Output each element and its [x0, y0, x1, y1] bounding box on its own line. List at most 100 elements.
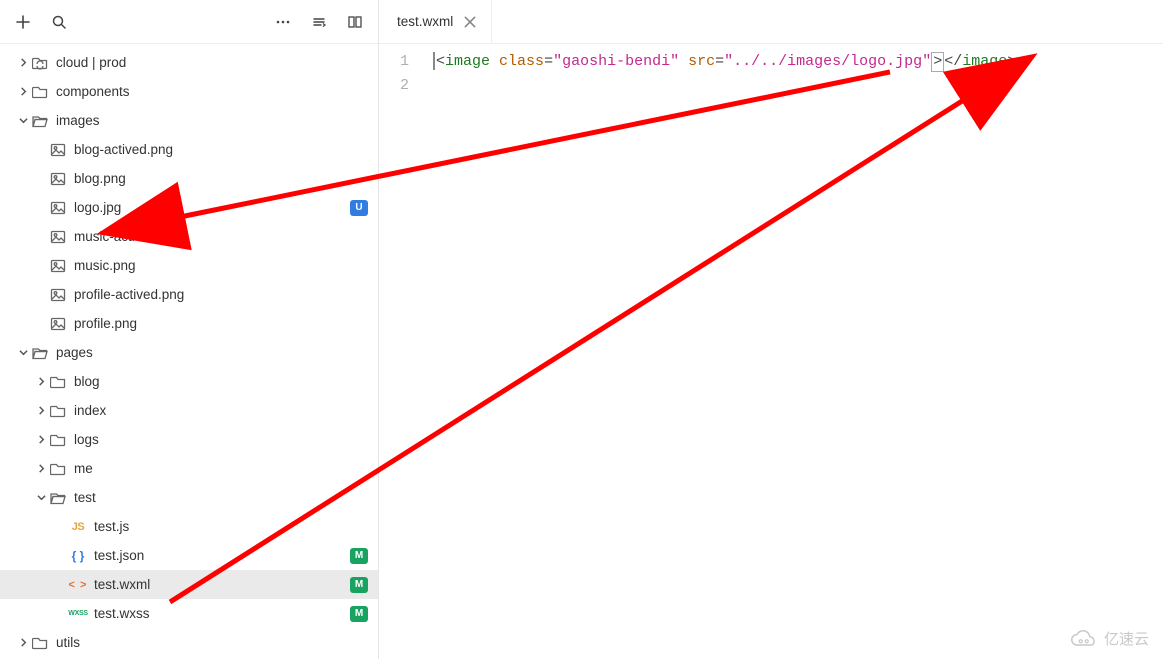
tree-caret-icon: [56, 609, 66, 619]
tree-caret-icon: [36, 203, 46, 213]
image-icon: [50, 229, 66, 245]
folder-open-icon: [32, 345, 48, 361]
search-icon: [51, 14, 67, 30]
folder-icon: [50, 432, 66, 448]
more-actions-button[interactable]: [266, 5, 300, 39]
folder-open-icon: [32, 113, 48, 129]
folder-icon: [50, 461, 66, 477]
file-logo-jpg[interactable]: logo.jpgU: [0, 193, 378, 222]
tree-item-label: blog-actived.png: [74, 142, 368, 157]
token-punct: >: [933, 53, 942, 70]
search-button[interactable]: [42, 5, 76, 39]
tree-item-label: test.wxss: [94, 606, 350, 621]
tree-item-label: test.js: [94, 519, 368, 534]
file-test-wxml[interactable]: < >test.wxmlM: [0, 570, 378, 599]
tree-caret-icon: [36, 290, 46, 300]
folder-me[interactable]: me: [0, 454, 378, 483]
folder-utils[interactable]: utils: [0, 628, 378, 657]
tree-item-label: test.wxml: [94, 577, 350, 592]
file-test-json[interactable]: { }test.jsonM: [0, 541, 378, 570]
text-cursor: [433, 52, 435, 70]
collapse-icon: [311, 14, 327, 30]
split-editor-button[interactable]: [338, 5, 372, 39]
new-file-button[interactable]: [6, 5, 40, 39]
file-test-wxss[interactable]: WXSStest.wxssM: [0, 599, 378, 628]
tree-item-label: components: [56, 84, 368, 99]
collapse-button[interactable]: [302, 5, 336, 39]
line-number: 1: [379, 50, 427, 74]
code-content[interactable]: <image class="gaoshi-bendi" src="../../i…: [427, 44, 1163, 659]
code-line-2[interactable]: [427, 74, 1163, 98]
tree-item-label: music.png: [74, 258, 368, 273]
tree-caret-icon[interactable]: [36, 406, 46, 416]
wxss-icon: WXSS: [70, 606, 86, 622]
token-plain: [490, 53, 499, 70]
tab-label: test.wxml: [397, 14, 453, 29]
tree-item-label: pages: [56, 345, 368, 360]
tree-caret-icon: [56, 580, 66, 590]
status-badge: M: [350, 577, 368, 593]
tree-caret-icon: [36, 232, 46, 242]
tree-caret-icon[interactable]: [36, 493, 46, 503]
file-tree[interactable]: cloud | prod components images blog-actived…: [0, 44, 378, 659]
file-profile-png[interactable]: profile.png: [0, 309, 378, 338]
file-test-js[interactable]: JS test.js: [0, 512, 378, 541]
line-gutter: 12: [379, 44, 427, 659]
tree-caret-icon[interactable]: [36, 377, 46, 387]
file-blog-actived-png[interactable]: blog-actived.png: [0, 135, 378, 164]
token-tag: image: [445, 53, 490, 70]
tree-caret-icon[interactable]: [36, 435, 46, 445]
tree-item-label: logs: [74, 432, 368, 447]
file-profile-actived-png[interactable]: profile-actived.png: [0, 280, 378, 309]
tree-item-label: profile.png: [74, 316, 368, 331]
tree-caret-icon: [36, 319, 46, 329]
folder-index[interactable]: index: [0, 396, 378, 425]
tree-caret-icon[interactable]: [18, 116, 28, 126]
js-icon: JS: [70, 519, 86, 535]
tree-item-label: index: [74, 403, 368, 418]
folder-cloud-prod[interactable]: cloud | prod: [0, 48, 378, 77]
tree-caret-icon[interactable]: [18, 638, 28, 648]
token-attr: class: [499, 53, 544, 70]
folder-logs[interactable]: logs: [0, 425, 378, 454]
tree-item-label: images: [56, 113, 368, 128]
image-icon: [50, 200, 66, 216]
file-music-png[interactable]: music.png: [0, 251, 378, 280]
folder-pages[interactable]: pages: [0, 338, 378, 367]
code-area[interactable]: 12 <image class="gaoshi-bendi" src="../.…: [379, 44, 1163, 659]
file-music-actived-png[interactable]: music-actived.png: [0, 222, 378, 251]
tree-caret-icon: [56, 551, 66, 561]
tree-caret-icon[interactable]: [18, 348, 28, 358]
tree-item-label: profile-actived.png: [74, 287, 368, 302]
token-punct: =: [544, 53, 553, 70]
tab-close-button[interactable]: [463, 15, 477, 29]
folder-open-icon: [50, 490, 66, 506]
tree-caret-icon[interactable]: [36, 464, 46, 474]
tree-item-label: test: [74, 490, 368, 505]
app-root: cloud | prod components images blog-actived…: [0, 0, 1163, 659]
tree-item-label: cloud | prod: [56, 55, 368, 70]
token-str: "gaoshi-bendi": [553, 53, 679, 70]
token-str: "../../images/logo.jpg": [724, 53, 931, 70]
tree-caret-icon: [56, 522, 66, 532]
folder-blog[interactable]: blog: [0, 367, 378, 396]
tree-item-label: test.json: [94, 548, 350, 563]
sidebar-toolbar: [0, 0, 378, 44]
file-blog-png[interactable]: blog.png: [0, 164, 378, 193]
token-punct: </: [944, 53, 962, 70]
tab-test-wxml[interactable]: test.wxml: [379, 0, 492, 43]
tree-item-label: me: [74, 461, 368, 476]
code-line-1[interactable]: <image class="gaoshi-bendi" src="../../i…: [427, 50, 1163, 74]
line-number: 2: [379, 74, 427, 98]
editor-tabs: test.wxml: [379, 0, 1163, 44]
image-icon: [50, 171, 66, 187]
status-badge: U: [350, 200, 368, 216]
folder-test[interactable]: test: [0, 483, 378, 512]
json-icon: { }: [70, 548, 86, 564]
folder-components[interactable]: components: [0, 77, 378, 106]
folder-images[interactable]: images: [0, 106, 378, 135]
tree-caret-icon: [36, 174, 46, 184]
image-icon: [50, 142, 66, 158]
tree-caret-icon[interactable]: [18, 87, 28, 97]
tree-caret-icon[interactable]: [18, 58, 28, 68]
